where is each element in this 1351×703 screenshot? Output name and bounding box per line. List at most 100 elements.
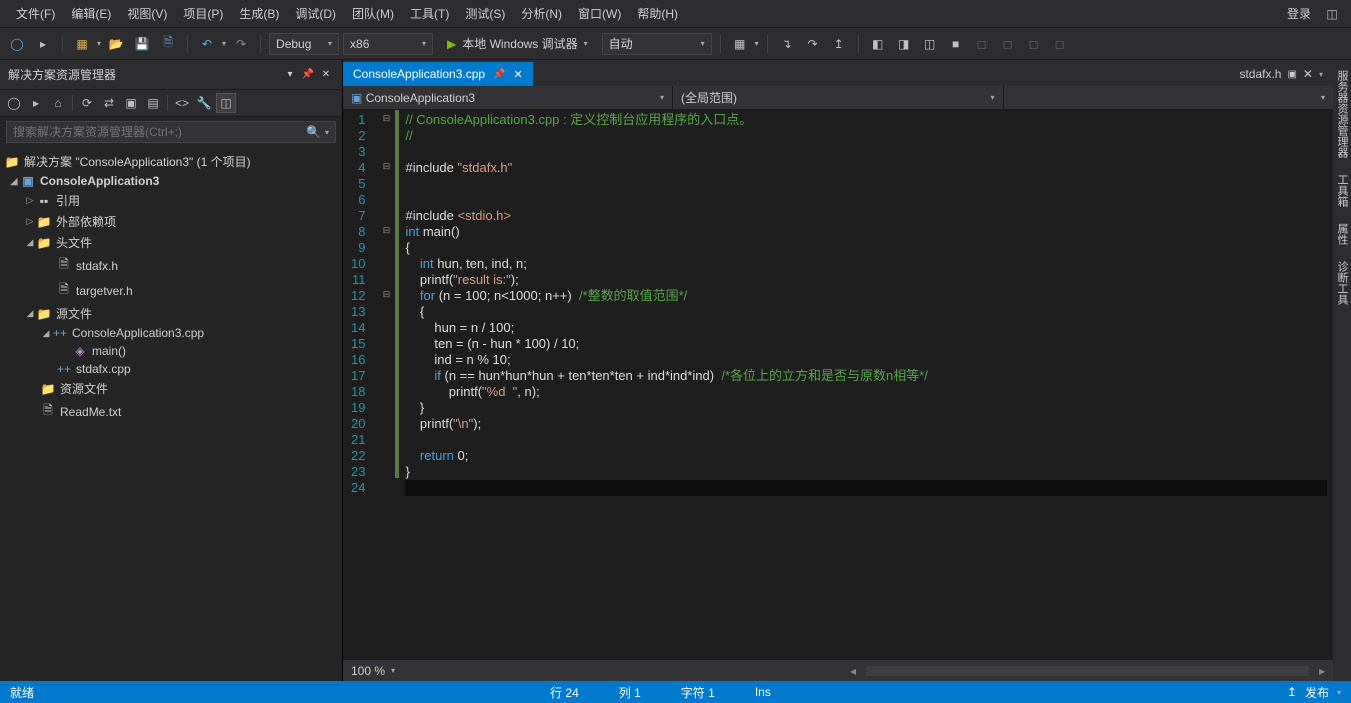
- fold-toggle[interactable]: ⊟: [377, 286, 395, 302]
- solution-node[interactable]: 📁解决方案 "ConsoleApplication3" (1 个项目): [0, 151, 342, 172]
- menu-item[interactable]: 视图(V): [119, 3, 175, 25]
- open-icon[interactable]: 📂: [105, 33, 127, 55]
- start-debug-button[interactable]: ▶ 本地 Windows 调试器 ▾: [437, 33, 598, 55]
- tab-preview[interactable]: stdafx.h ▣ ✕ ▾: [1229, 62, 1333, 86]
- close-icon[interactable]: ✕: [318, 67, 334, 83]
- platform-combo[interactable]: x86▾: [343, 33, 433, 55]
- chevron-down-icon[interactable]: ▾: [325, 128, 329, 137]
- expand-icon[interactable]: ◢: [8, 176, 20, 187]
- close-icon[interactable]: ✕: [1303, 67, 1313, 81]
- save-all-icon[interactable]: 🗎: [157, 33, 179, 55]
- expand-icon[interactable]: ◢: [40, 328, 52, 339]
- pin-icon[interactable]: 📌: [493, 69, 505, 80]
- menu-item[interactable]: 分析(N): [513, 3, 570, 25]
- nav-fwd-icon[interactable]: ▸: [26, 93, 46, 113]
- fold-toggle[interactable]: ⊟: [377, 110, 395, 126]
- search-icon[interactable]: 🔍: [306, 125, 321, 139]
- refresh-icon[interactable]: ⟳: [77, 93, 97, 113]
- member-combo[interactable]: ▾: [1004, 86, 1334, 109]
- fold-toggle[interactable]: ⊟: [377, 158, 395, 174]
- expand-icon[interactable]: ▷: [24, 195, 36, 206]
- undo-icon[interactable]: ↶: [196, 33, 218, 55]
- expand-icon[interactable]: ◢: [24, 237, 36, 248]
- view-icon[interactable]: ◫: [216, 93, 236, 113]
- step-out-icon[interactable]: ↥: [828, 33, 850, 55]
- vertical-tab[interactable]: 服务器资源管理器: [1332, 64, 1351, 164]
- menu-item[interactable]: 团队(M): [344, 3, 402, 25]
- scroll-left-icon[interactable]: ◂: [850, 664, 856, 678]
- back-icon[interactable]: ◯: [6, 33, 28, 55]
- menu-item[interactable]: 测试(S): [457, 3, 513, 25]
- close-icon[interactable]: ✕: [514, 68, 523, 81]
- h-scrollbar[interactable]: [866, 666, 1309, 676]
- expand-icon[interactable]: ▷: [24, 216, 36, 227]
- login-button[interactable]: 登录: [1277, 1, 1321, 26]
- file-node[interactable]: 🗎targetver.h: [0, 278, 342, 303]
- save-icon[interactable]: 💾: [131, 33, 153, 55]
- panel-menu-icon[interactable]: ▾: [282, 67, 298, 83]
- dropdown-icon[interactable]: ▾: [97, 39, 101, 48]
- forward-icon[interactable]: ▸: [32, 33, 54, 55]
- function-node[interactable]: ◈main(): [0, 342, 342, 360]
- menu-item[interactable]: 文件(F): [8, 3, 63, 25]
- sync-icon[interactable]: ⇄: [99, 93, 119, 113]
- code-text[interactable]: // ConsoleApplication3.cpp : 定义控制台应用程序的入…: [399, 110, 1333, 659]
- collapse-icon[interactable]: ▣: [121, 93, 141, 113]
- extdeps-node[interactable]: ▷📁外部依赖项: [0, 211, 342, 232]
- nav-back-icon[interactable]: ◯: [4, 93, 24, 113]
- menu-item[interactable]: 调试(D): [287, 3, 344, 25]
- search-input[interactable]: [13, 125, 306, 139]
- menu-item[interactable]: 帮助(H): [629, 3, 686, 25]
- config-combo[interactable]: Debug▾: [269, 33, 339, 55]
- chevron-down-icon[interactable]: ▾: [391, 666, 395, 675]
- tool-icon[interactable]: ◻: [997, 33, 1019, 55]
- publish-button[interactable]: ↥ 发布 ▾: [1287, 684, 1341, 701]
- vertical-tab[interactable]: 工具箱: [1332, 168, 1351, 213]
- tool-icon[interactable]: ◻: [1049, 33, 1071, 55]
- tool-icon[interactable]: ◨: [893, 33, 915, 55]
- file-node[interactable]: 🗎stdafx.h: [0, 253, 342, 278]
- type-combo[interactable]: (全局范围)▾: [673, 86, 1004, 109]
- step-over-icon[interactable]: ↷: [802, 33, 824, 55]
- expand-icon[interactable]: ◢: [24, 308, 36, 319]
- menu-item[interactable]: 工具(T): [402, 3, 457, 25]
- tool-icon[interactable]: ◫: [919, 33, 941, 55]
- search-box[interactable]: 🔍 ▾: [6, 121, 336, 143]
- scope-combo[interactable]: ▣ ConsoleApplication3▾: [343, 86, 673, 109]
- tool-icon[interactable]: ■: [945, 33, 967, 55]
- show-all-icon[interactable]: ▤: [143, 93, 163, 113]
- resources-node[interactable]: 📁资源文件: [0, 378, 342, 399]
- sources-node[interactable]: ◢📁源文件: [0, 303, 342, 324]
- step-into-icon[interactable]: ↴: [776, 33, 798, 55]
- redo-icon[interactable]: ↷: [230, 33, 252, 55]
- menu-item[interactable]: 项目(P): [175, 3, 231, 25]
- start-mode-combo[interactable]: 自动▾: [602, 33, 712, 55]
- tool-icon[interactable]: ◻: [971, 33, 993, 55]
- dropdown-icon[interactable]: ▾: [755, 39, 759, 48]
- vertical-tab[interactable]: 诊断工具: [1332, 255, 1351, 311]
- tab-active[interactable]: ConsoleApplication3.cpp 📌 ✕: [343, 62, 533, 86]
- vertical-tab[interactable]: 属性: [1332, 217, 1351, 251]
- headers-node[interactable]: ◢📁头文件: [0, 232, 342, 253]
- menu-item[interactable]: 生成(B): [231, 3, 287, 25]
- project-node[interactable]: ◢▣ConsoleApplication3: [0, 172, 342, 190]
- scroll-right-icon[interactable]: ▸: [1319, 664, 1325, 678]
- chevron-down-icon[interactable]: ▾: [1319, 70, 1323, 79]
- tool-icon[interactable]: ◧: [867, 33, 889, 55]
- file-node[interactable]: ++stdafx.cpp: [0, 360, 342, 378]
- code-icon[interactable]: <>: [172, 93, 192, 113]
- dropdown-icon[interactable]: ▾: [222, 39, 226, 48]
- code-editor[interactable]: 123456789101112131415161718192021222324 …: [343, 110, 1333, 659]
- file-node[interactable]: ◢++ConsoleApplication3.cpp: [0, 324, 342, 342]
- menu-item[interactable]: 窗口(W): [570, 3, 629, 25]
- process-icon[interactable]: ▦: [729, 33, 751, 55]
- pin-icon[interactable]: 📌: [300, 67, 316, 83]
- menu-item[interactable]: 编辑(E): [63, 3, 119, 25]
- promote-icon[interactable]: ▣: [1287, 69, 1296, 80]
- home-icon[interactable]: ⌂: [48, 93, 68, 113]
- user-icon[interactable]: ◫: [1321, 3, 1343, 25]
- fold-toggle[interactable]: ⊟: [377, 222, 395, 238]
- file-node[interactable]: 🗎ReadMe.txt: [0, 399, 342, 424]
- new-project-icon[interactable]: ▦: [71, 33, 93, 55]
- tool-icon[interactable]: ◻: [1023, 33, 1045, 55]
